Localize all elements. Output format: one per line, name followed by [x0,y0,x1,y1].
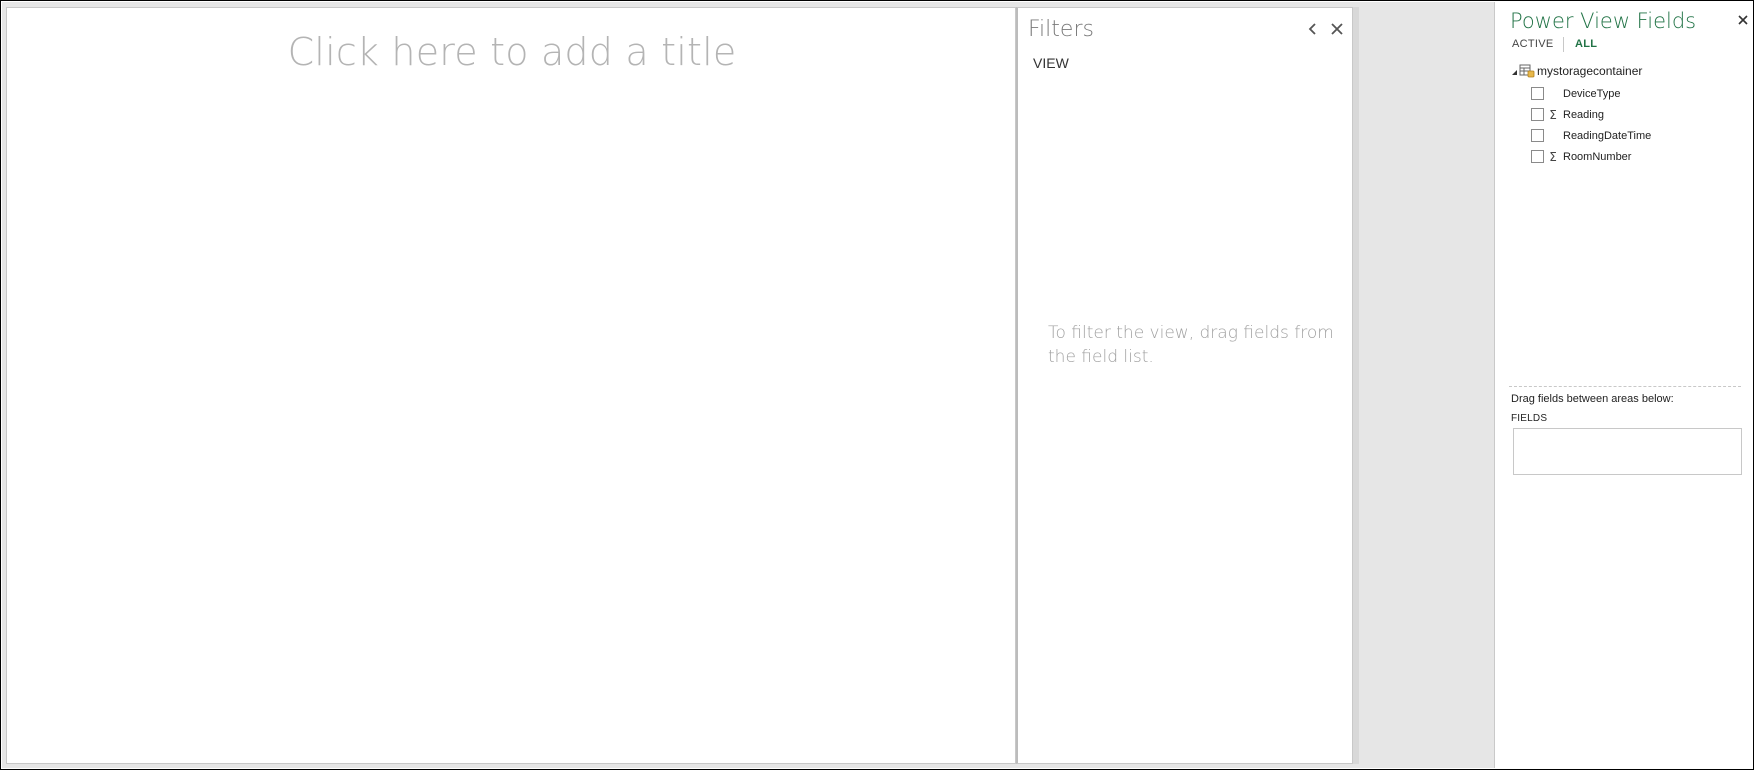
chevron-left-icon[interactable] [1304,20,1322,38]
field-checkbox[interactable] [1531,150,1544,163]
field-row-devicetype[interactable]: DeviceType [1531,84,1620,103]
field-label: DeviceType [1563,87,1621,100]
table-name: mystoragecontainer [1537,64,1643,78]
fields-drop-area[interactable] [1513,428,1742,475]
field-label: ReadingDateTime [1563,129,1652,142]
filters-title: Filters [1028,17,1094,42]
sigma-icon: Σ [1549,149,1557,164]
field-label: Reading [1563,108,1604,121]
filters-view-tab[interactable]: VIEW [1033,55,1069,71]
close-icon[interactable] [1736,13,1750,27]
field-checkbox[interactable] [1531,108,1544,121]
title-placeholder[interactable]: Click here to add a title [7,30,1017,74]
field-list-pane: Power View Fields ACTIVE ALL mystorageco… [1494,2,1752,768]
sigma-icon: Σ [1549,107,1557,122]
table-icon [1519,64,1535,78]
expand-triangle-icon[interactable] [1511,65,1518,77]
field-checkbox[interactable] [1531,87,1544,100]
close-icon[interactable] [1328,20,1346,38]
fields-area-label: FIELDS [1511,413,1548,424]
pane-gutter [1353,7,1359,764]
report-canvas[interactable]: Click here to add a title [6,7,1016,764]
tab-active[interactable]: ACTIVE [1512,38,1554,50]
filters-hint: To filter the view, drag fields from the… [1048,323,1334,367]
table-node[interactable]: mystoragecontainer [1511,62,1642,80]
field-row-reading[interactable]: Σ Reading [1531,105,1604,124]
field-row-readingdatetime[interactable]: ReadingDateTime [1531,126,1651,145]
field-label: RoomNumber [1563,150,1632,163]
field-row-roomnumber[interactable]: Σ RoomNumber [1531,147,1631,166]
field-checkbox[interactable] [1531,129,1544,142]
section-divider [1509,386,1741,387]
tab-all[interactable]: ALL [1575,38,1597,50]
tab-separator [1563,37,1564,52]
filters-pane: Filters VIEW To filter the view, drag fi… [1016,7,1353,764]
field-list-title: Power View Fields [1510,9,1697,33]
drag-hint: Drag fields between areas below: [1511,393,1674,405]
